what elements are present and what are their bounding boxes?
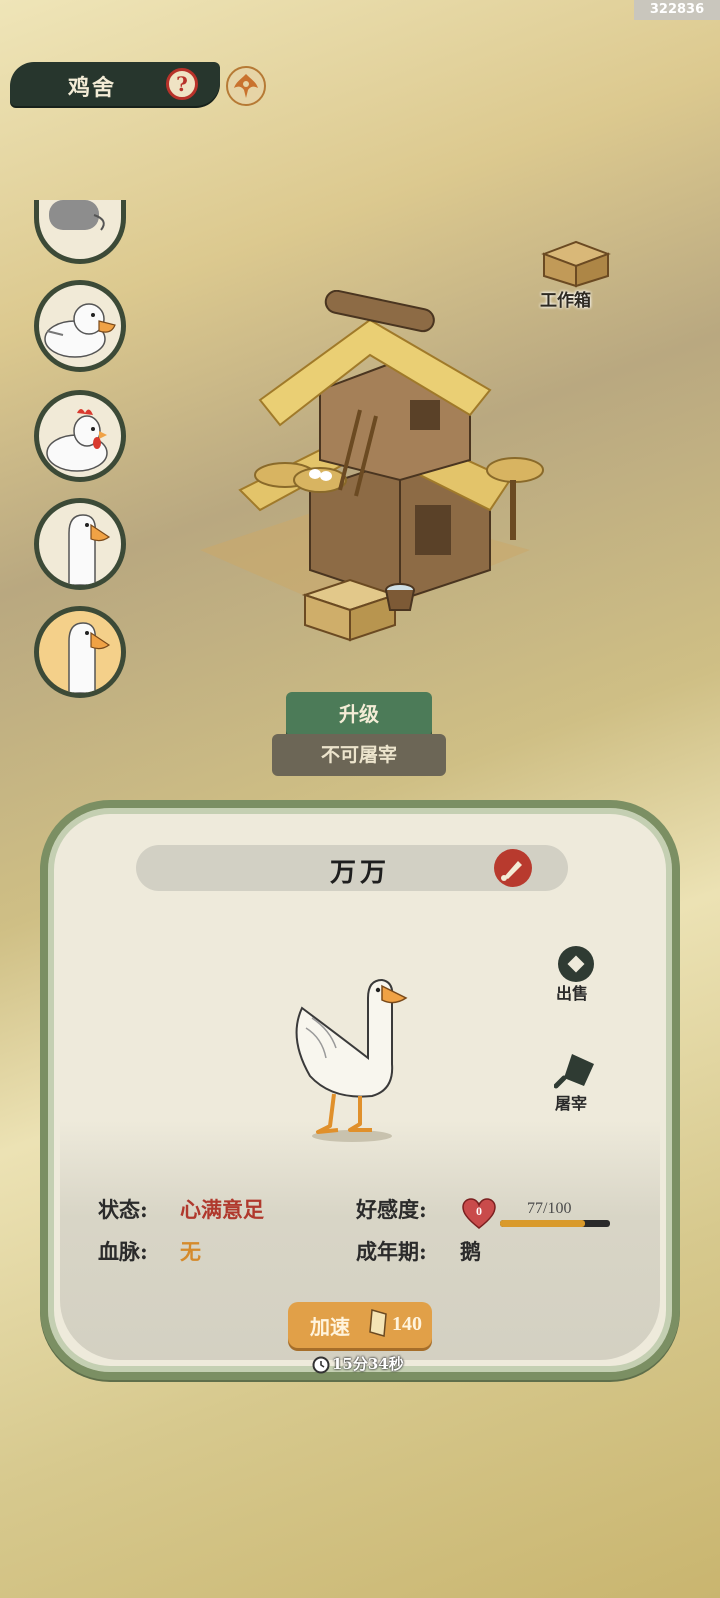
adult-label: 成年期: (356, 1239, 427, 1264)
rename-brush-icon[interactable] (494, 849, 532, 887)
workbox-icon[interactable] (540, 238, 612, 292)
affection-value: 77/100 (527, 1200, 572, 1217)
bloodline-label: 血脉: (98, 1239, 148, 1264)
affection-label: 好感度: (356, 1197, 427, 1222)
avatar-goose-selected[interactable] (34, 606, 126, 698)
affection-level: 0 (476, 1204, 482, 1218)
coop-building-illustration[interactable] (200, 289, 560, 654)
speed-up-timer: 15分34秒 (332, 1355, 404, 1373)
adult-value: 鹅 (460, 1239, 481, 1264)
bloodline-value: 无 (180, 1239, 201, 1264)
avatar-chicken[interactable] (34, 390, 126, 482)
slaughter-label[interactable]: 屠宰 (555, 1090, 587, 1114)
animal-name: 万万 (329, 858, 390, 888)
affection-progress-bar (500, 1220, 610, 1227)
clock-icon (312, 1356, 330, 1378)
affection-progress-fill (500, 1220, 585, 1227)
goose-illustration (282, 968, 432, 1152)
status-value: 心满意足 (180, 1197, 264, 1222)
page-title: 鸡舍 (68, 75, 117, 101)
speed-up-cost[interactable]: 140 (392, 1313, 422, 1336)
help-button[interactable]: ? (166, 68, 198, 100)
sell-label[interactable]: 出售 (556, 980, 588, 1004)
speed-up-label[interactable]: 加速 (310, 1311, 350, 1340)
avatar-duck[interactable] (34, 280, 126, 372)
avatar-goose-partial[interactable] (34, 200, 126, 264)
slaughter-cleaver-icon[interactable] (553, 1050, 598, 1094)
status-label: 状态: (98, 1197, 148, 1222)
no-slaughter-button[interactable]: 不可屠宰 (272, 734, 446, 776)
affection-heart-icon: 0 (462, 1198, 496, 1234)
ticket-icon (368, 1308, 390, 1342)
phoenix-icon[interactable] (226, 66, 266, 106)
upgrade-button[interactable]: 升级 (286, 692, 432, 736)
avatar-goose[interactable] (34, 498, 126, 590)
watermark: 322836 (634, 0, 720, 20)
